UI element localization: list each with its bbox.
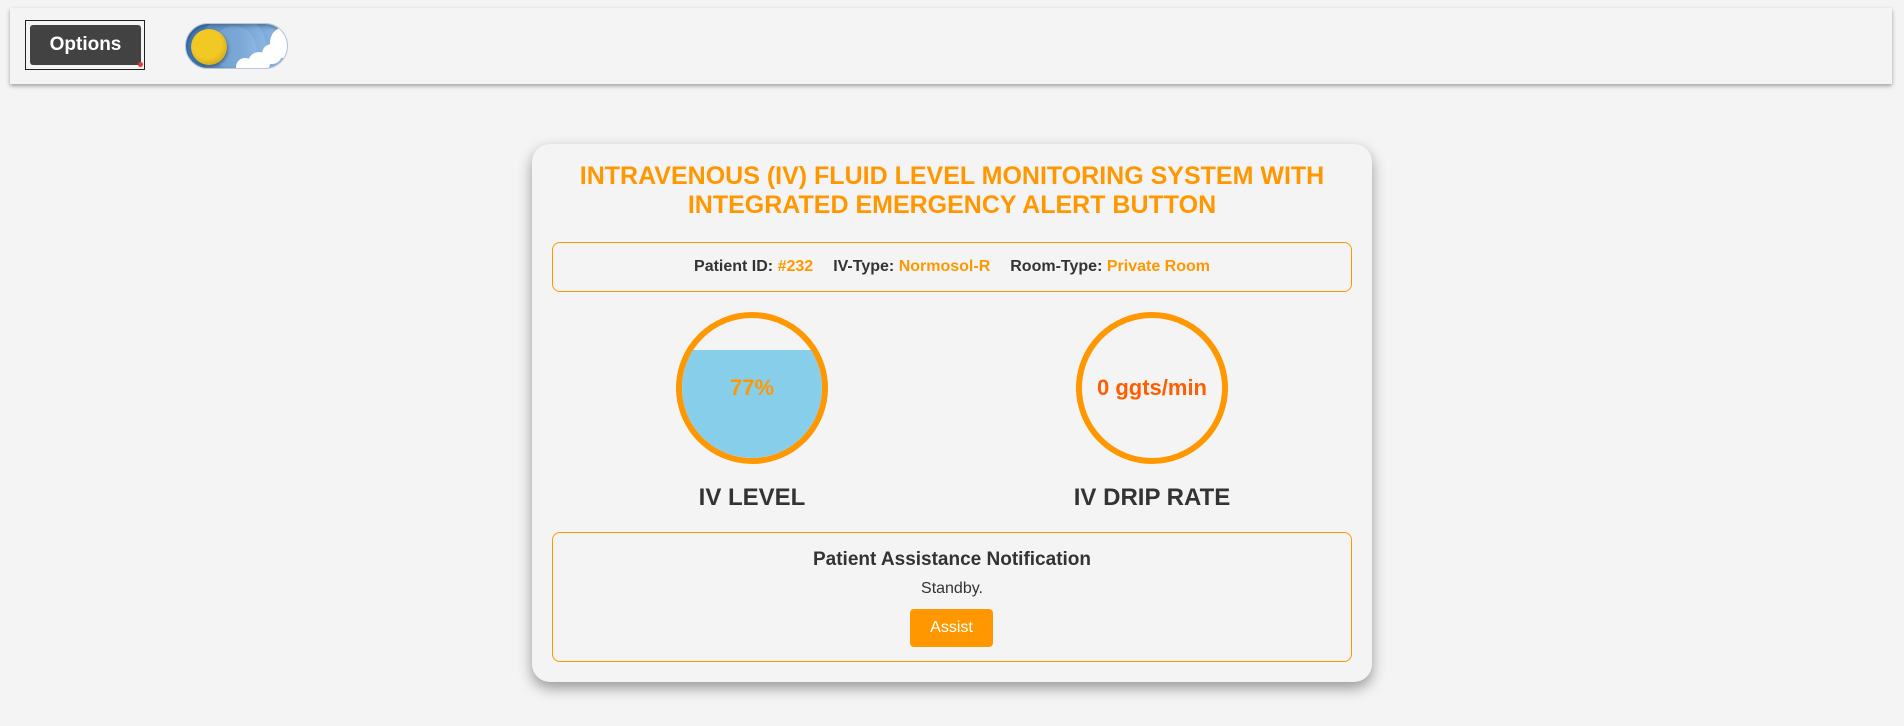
drip-rate-gauge: 0 ggts/min bbox=[1076, 312, 1228, 464]
assistance-title: Patient Assistance Notification bbox=[812, 549, 1092, 570]
iv-type-value: Normosol-R bbox=[898, 258, 991, 275]
patient-id: Patient ID: #232 bbox=[694, 258, 813, 276]
patient-id-value: #232 bbox=[777, 258, 814, 275]
assistance-panel: Patient Assistance Notification Standby.… bbox=[552, 532, 1352, 662]
iv-level-label: IV LEVEL bbox=[698, 484, 806, 511]
room-type-value: Private Room bbox=[1106, 258, 1210, 275]
room-type: Room-Type: Private Room bbox=[1010, 258, 1210, 276]
cloud-icon bbox=[236, 58, 254, 68]
iv-type: IV-Type: Normosol-R bbox=[833, 258, 990, 276]
iv-level-gauge: 77% bbox=[676, 312, 828, 464]
top-toolbar: Options bbox=[10, 8, 1892, 84]
iv-level-value: 77% bbox=[729, 375, 775, 400]
options-button[interactable]: Options bbox=[30, 25, 141, 65]
drip-rate-value: 0 ggts/min bbox=[1096, 375, 1207, 400]
page-title: INTRAVENOUS (IV) FLUID LEVEL MONITORING … bbox=[579, 162, 1325, 219]
room-type-label: Room-Type: bbox=[1010, 258, 1103, 275]
cloud-icon bbox=[270, 28, 287, 58]
theme-toggle[interactable] bbox=[185, 23, 288, 69]
assistance-status: Standby. bbox=[921, 580, 983, 597]
iv-type-label: IV-Type: bbox=[833, 258, 895, 275]
assist-button[interactable]: Assist bbox=[910, 609, 993, 647]
notification-dot bbox=[138, 62, 143, 67]
patient-info-bar: Patient ID: #232 IV-Type: Normosol-R Roo… bbox=[552, 242, 1352, 292]
patient-id-label: Patient ID: bbox=[694, 258, 774, 275]
sun-icon bbox=[191, 29, 227, 65]
monitor-card: INTRAVENOUS (IV) FLUID LEVEL MONITORING … bbox=[532, 144, 1372, 682]
drip-rate-label: IV DRIP RATE bbox=[1073, 484, 1231, 511]
